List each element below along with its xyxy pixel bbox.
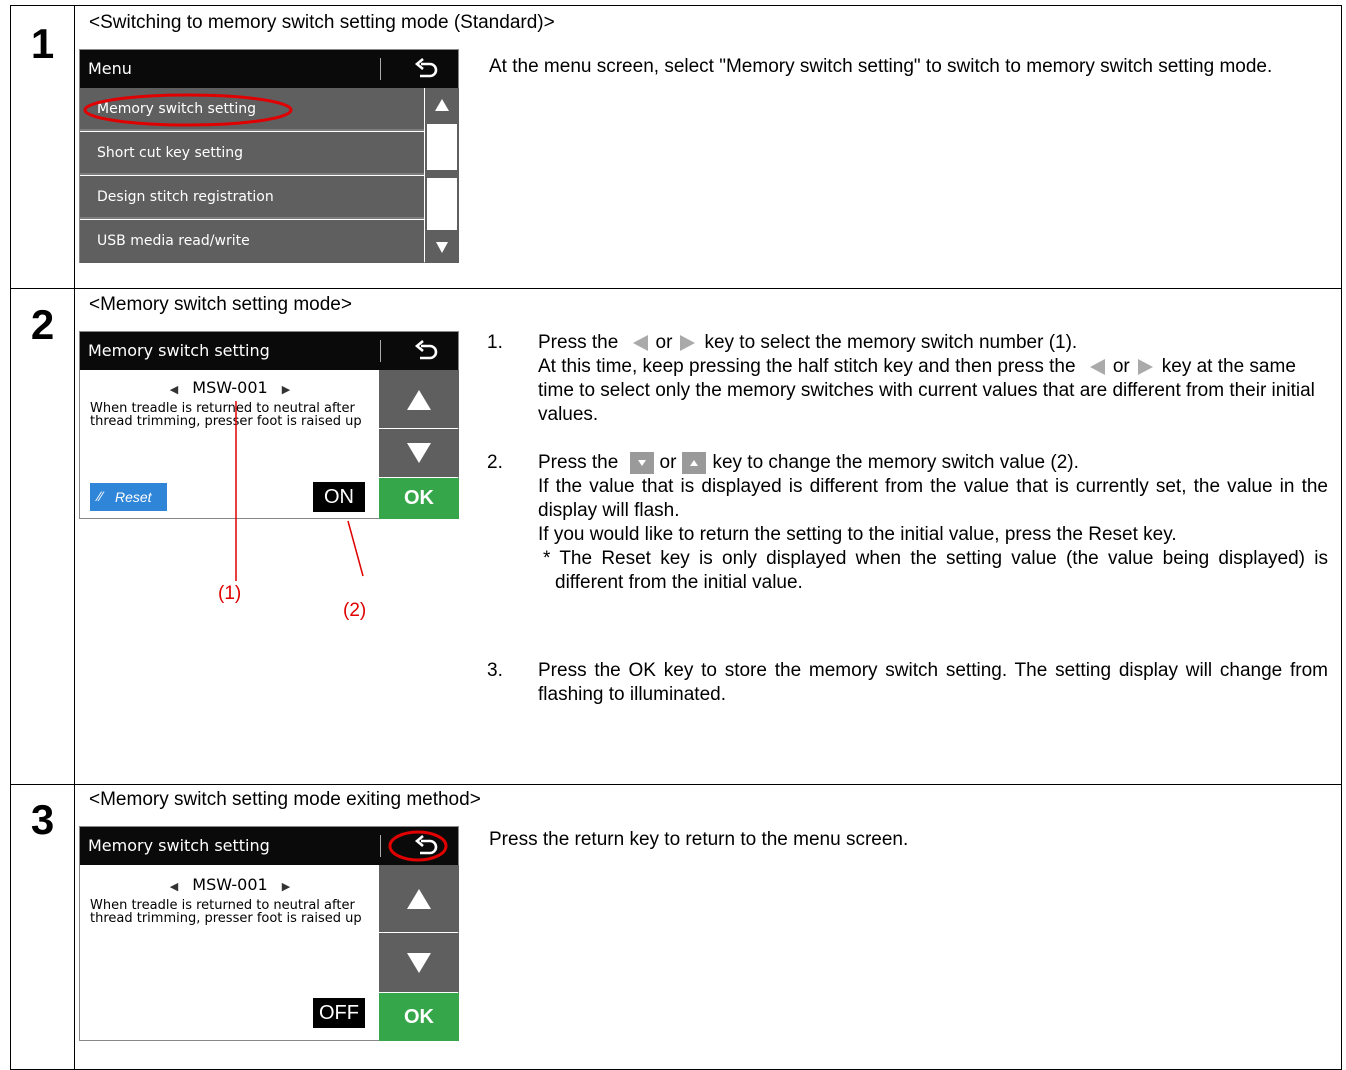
scroll-up-icon[interactable] bbox=[425, 88, 459, 122]
procedure-table: 1 <Switching to memory switch setting mo… bbox=[10, 5, 1342, 1070]
next-switch-icon[interactable]: ▶ bbox=[282, 383, 290, 396]
step-heading: <Memory switch setting mode exiting meth… bbox=[89, 789, 481, 810]
item-body: Press the or key to select the memory swi… bbox=[538, 331, 1328, 427]
reset-icon: ⁄⁄ bbox=[98, 488, 103, 504]
item-text: key to select the memory switch number (… bbox=[704, 332, 1078, 353]
switch-number: MSW-001 bbox=[192, 378, 268, 397]
right-key-icon bbox=[1137, 358, 1153, 375]
arrow-down-icon bbox=[407, 953, 431, 973]
scroll-down-icon[interactable] bbox=[425, 230, 459, 263]
switch-value: OFF bbox=[313, 998, 365, 1028]
return-icon[interactable] bbox=[400, 53, 450, 85]
callout-lines bbox=[235, 401, 364, 581]
note: * The Reset key is only displayed when t… bbox=[543, 548, 1328, 593]
arrow-up-icon bbox=[407, 889, 431, 909]
divider bbox=[380, 835, 381, 857]
item-line: At this time, keep pressing the half sti… bbox=[538, 355, 1328, 427]
item-text: Press the bbox=[538, 332, 619, 353]
up-key-icon bbox=[682, 451, 707, 474]
item-text: or bbox=[659, 452, 677, 473]
reset-label: Reset bbox=[115, 489, 152, 505]
scroll-track[interactable] bbox=[427, 124, 457, 170]
item-number: 2. bbox=[487, 452, 503, 473]
menu-item-label: Short cut key setting bbox=[97, 145, 244, 161]
left-key-icon bbox=[1089, 358, 1105, 375]
item-line: If the value that is displayed is differ… bbox=[538, 476, 1328, 521]
row-divider bbox=[11, 784, 1341, 785]
menu-item-usb-media[interactable]: USB media read/write bbox=[80, 220, 424, 263]
memory-switch-panel-exit: Memory switch setting ◀ MSW-001 ▶ When tre… bbox=[79, 826, 459, 1041]
highlight-ellipse bbox=[388, 830, 448, 862]
right-key-icon bbox=[680, 334, 696, 351]
panel-title: Memory switch setting bbox=[88, 341, 270, 360]
panel-title: Memory switch setting bbox=[88, 836, 270, 855]
item-number: 3. bbox=[487, 660, 503, 681]
ok-button[interactable]: OK bbox=[379, 993, 459, 1041]
switch-number: MSW-001 bbox=[192, 875, 268, 894]
item-body: Press the or key to change the memory swi… bbox=[538, 451, 1328, 595]
value-down-button[interactable] bbox=[379, 933, 459, 992]
reset-button[interactable]: ⁄⁄ Reset bbox=[90, 483, 167, 511]
prev-switch-icon[interactable]: ◀ bbox=[170, 880, 178, 893]
menu-item-label: Design stitch registration bbox=[97, 189, 274, 205]
step-number: 3 bbox=[30, 796, 55, 843]
title-bar: Menu bbox=[80, 50, 458, 88]
scroll-thumb[interactable] bbox=[427, 170, 457, 178]
switch-selector: ◀ MSW-001 ▶ bbox=[80, 378, 380, 397]
switch-description: When treadle is returned to neutral afte… bbox=[90, 898, 362, 926]
item-text: or bbox=[1112, 356, 1130, 377]
item-body: Press the OK key to store the memory swi… bbox=[538, 660, 1328, 705]
step-heading: <Switching to memory switch setting mode… bbox=[89, 12, 555, 33]
highlight-ellipse bbox=[83, 93, 293, 127]
scroll-track[interactable] bbox=[427, 178, 457, 230]
item-line: Press the or key to change the memory swi… bbox=[538, 451, 1328, 475]
value-down-button[interactable] bbox=[379, 429, 459, 477]
prev-switch-icon[interactable]: ◀ bbox=[170, 383, 178, 396]
value-up-button[interactable] bbox=[379, 865, 459, 932]
callout-1: (1) bbox=[218, 583, 242, 604]
return-icon[interactable] bbox=[400, 335, 450, 367]
step-number: 2 bbox=[30, 301, 55, 348]
item-text: or bbox=[655, 332, 673, 353]
callout-2: (2) bbox=[343, 600, 367, 621]
panel-title: Menu bbox=[88, 59, 132, 78]
item-text: key to change the memory switch value (2… bbox=[712, 452, 1079, 473]
row-divider bbox=[11, 288, 1341, 289]
title-bar: Memory switch setting bbox=[80, 827, 458, 865]
divider bbox=[380, 58, 381, 80]
item-number: 1. bbox=[487, 332, 503, 353]
step-description: At the menu screen, select "Memory switc… bbox=[489, 56, 1273, 77]
value-up-button[interactable] bbox=[379, 370, 459, 428]
step-heading: <Memory switch setting mode> bbox=[89, 294, 352, 315]
arrow-up-icon bbox=[407, 390, 431, 410]
item-line: Press the or key to select the memory swi… bbox=[538, 331, 1328, 355]
item-text: Press the bbox=[538, 452, 619, 473]
step-description: Press the return key to return to the me… bbox=[489, 829, 909, 850]
ok-button[interactable]: OK bbox=[379, 478, 459, 519]
menu-item-design-stitch[interactable]: Design stitch registration bbox=[80, 176, 424, 219]
column-divider bbox=[74, 6, 75, 1069]
arrow-down-icon bbox=[407, 443, 431, 463]
title-bar: Memory switch setting bbox=[80, 332, 458, 370]
next-switch-icon[interactable]: ▶ bbox=[282, 880, 290, 893]
scrollbar[interactable] bbox=[425, 88, 459, 263]
down-key-icon bbox=[629, 451, 654, 474]
menu-item-shortcut-key[interactable]: Short cut key setting bbox=[80, 132, 424, 175]
left-key-icon bbox=[632, 334, 648, 351]
item-text: At this time, keep pressing the half sti… bbox=[538, 356, 1076, 377]
divider bbox=[380, 340, 381, 362]
item-line: If you would like to return the setting … bbox=[538, 524, 1177, 545]
menu-item-label: USB media read/write bbox=[97, 233, 250, 249]
switch-selector: ◀ MSW-001 ▶ bbox=[80, 875, 380, 894]
step-number: 1 bbox=[30, 20, 55, 67]
menu-panel: Menu Memory switch setting Short cut key… bbox=[79, 49, 459, 263]
